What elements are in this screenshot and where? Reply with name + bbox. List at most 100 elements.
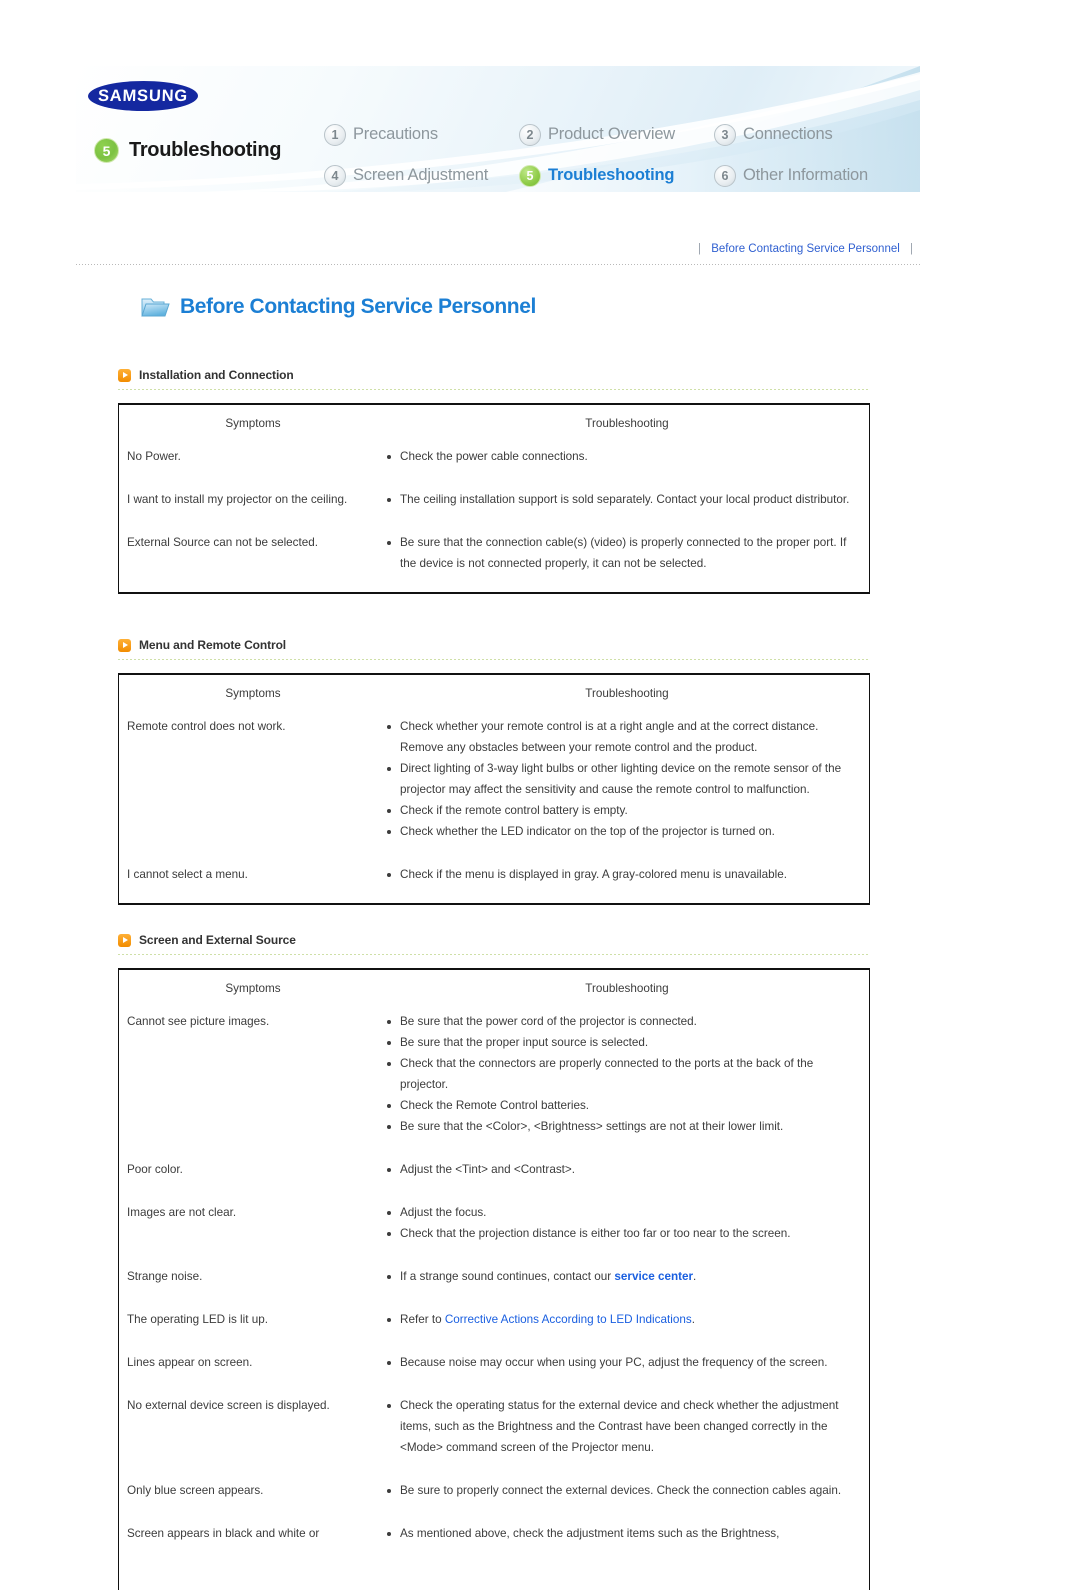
section-header: Screen and External Source [118,931,870,949]
nav-item-screen-adjustment[interactable]: 4 Screen Adjustment [324,159,519,192]
row-spacer [119,1293,869,1303]
nav-badge-1: 1 [324,123,346,146]
bullet-item: Check the power cable connections. [387,446,855,467]
page-title: Before Contacting Service Personnel [180,295,536,318]
table-row: Lines appear on screen. Because noise may… [119,1346,869,1379]
table-bottom-padding [119,1550,869,1590]
row-spacer [119,1507,869,1517]
bullet-item: The ceiling installation support is sold… [387,489,855,510]
bullet-item: Be sure that the <Color>, <Brightness> s… [387,1116,855,1137]
nav-item-precautions[interactable]: 1 Precautions [324,118,519,151]
bullet-item: Check if the menu is displayed in gray. … [387,864,855,885]
bullet-dot-icon [387,872,391,877]
bullet-text: Check if the menu is displayed in gray. … [400,868,787,881]
bullet-dot-icon [387,540,391,545]
inline-link[interactable]: service center [614,1270,693,1283]
bullet-item: Check the operating status for the exter… [387,1395,855,1458]
bullet-item: Check whether the LED indicator on the t… [387,821,855,842]
cell-symptom: Remote control does not work. [127,720,286,733]
bullet-dot-icon [387,1061,391,1066]
troubleshooting-table: Symptoms Troubleshooting Cannot see pictur… [118,968,870,1590]
bullet-item: Adjust the focus. [387,1202,855,1223]
row-spacer [119,848,869,858]
orange-arrow-icon [118,933,131,947]
table-row: No Power. Check the power cable connectio… [119,440,869,473]
column-header-troubleshooting: Troubleshooting [585,982,669,995]
nav-label-screen-adjustment: Screen Adjustment [353,166,489,184]
bullet-dot-icon [387,1103,391,1108]
bullet-dot-icon [387,1317,391,1322]
bullet-item: Check that the connectors are properly c… [387,1053,855,1095]
cell-troubleshooting: Check the power cable connections. [387,440,867,473]
bullet-item: Adjust the <Tint> and <Contrast>. [387,1159,855,1180]
section-title: Menu and Remote Control [139,638,287,652]
column-header-symptoms: Symptoms [225,982,281,995]
section-divider [118,659,870,660]
table-row: I want to install my projector on the ce… [119,483,869,516]
bullet-item: Check the Remote Control batteries. [387,1095,855,1116]
nav-badge-3: 3 [714,123,736,146]
bullet-item: Be sure that the power cord of the proje… [387,1011,855,1032]
cell-troubleshooting: The ceiling installation support is sold… [387,483,867,516]
bullet-dot-icon [387,1231,391,1236]
nav-badge-2: 2 [519,123,541,146]
cell-troubleshooting: As mentioned above, check the adjustment… [387,1517,867,1550]
breadcrumb-link[interactable]: Before Contacting Service Personnel [711,243,900,255]
bullet-dot-icon [387,1167,391,1172]
bullet-dot-icon [387,1124,391,1129]
table-row: Strange noise. If a strange sound continu… [119,1260,869,1293]
bullet-item: Check whether your remote control is at … [387,716,855,758]
troubleshooting-table: Symptoms Troubleshooting No Power. Check th… [118,403,870,594]
bullet-text: Be sure that the power cord of the proje… [400,1015,697,1028]
cell-symptom: Cannot see picture images. [127,1015,270,1028]
table-row: Remote control does not work. Check wheth… [119,710,869,848]
banner-nav: 1 Precautions 2 Product Overview 3 Conne… [324,118,914,192]
cell-symptom: Images are not clear. [127,1206,237,1219]
cell-troubleshooting: Be sure to properly connect the external… [387,1474,867,1507]
table-row: The operating LED is lit up. Refer to Cor… [119,1303,869,1336]
bullet-dot-icon [387,808,391,813]
bullet-text: The ceiling installation support is sold… [400,493,850,506]
cell-symptom: Only blue screen appears. [127,1484,264,1497]
table-row: Cannot see picture images. Be sure that t… [119,1005,869,1143]
column-header-symptoms: Symptoms [225,687,281,700]
column-header-symptoms: Symptoms [225,417,281,430]
bullet-text: Because noise may occur when using your … [400,1356,828,1369]
samsung-logo: SAMSUNG [87,81,199,111]
cell-troubleshooting: Be sure that the connection cable(s) (vi… [387,526,867,580]
section-header: Menu and Remote Control [118,636,870,654]
bullet-item: Because noise may occur when using your … [387,1352,855,1373]
cell-symptom: Poor color. [127,1163,183,1176]
bullet-text: Check whether the LED indicator on the t… [400,825,775,838]
inline-link[interactable]: Corrective Actions According to LED Indi… [445,1313,692,1326]
bullet-text: If a strange sound continues, contact ou… [400,1270,697,1283]
nav-item-other-information[interactable]: 6 Other Information [714,159,914,192]
nav-item-troubleshooting[interactable]: 5 Troubleshooting [519,159,714,192]
bullet-item: Be sure that the proper input source is … [387,1032,855,1053]
cell-troubleshooting: If a strange sound continues, contact ou… [387,1260,867,1293]
table-row: Only blue screen appears. Be sure to prop… [119,1474,869,1507]
bullet-text: Adjust the <Tint> and <Contrast>. [400,1163,575,1176]
nav-item-connections[interactable]: 3 Connections [714,118,914,151]
nav-item-product-overview[interactable]: 2 Product Overview [519,118,714,151]
table-row: Images are not clear. Adjust the focus. Ch… [119,1196,869,1250]
bullet-text: Check whether your remote control is at … [400,720,819,754]
bullet-dot-icon [387,1040,391,1045]
cell-symptom: I want to install my projector on the ce… [127,493,348,506]
nav-label-precautions: Precautions [353,125,438,143]
cell-symptom: Lines appear on screen. [127,1356,253,1369]
nav-label-product-overview: Product Overview [548,125,676,143]
bullet-item: Be sure to properly connect the external… [387,1480,855,1501]
row-spacer [119,1464,869,1474]
troubleshooting-table: Symptoms Troubleshooting Remote control do… [118,673,870,905]
row-spacer [119,1336,869,1346]
bullet-text: As mentioned above, check the adjustment… [400,1527,780,1540]
bullet-dot-icon [387,1019,391,1024]
current-section-indicator: 5 Troubleshooting [94,138,281,163]
section-title: Installation and Connection [139,368,294,382]
cell-symptom: External Source can not be selected. [127,536,319,549]
bullet-dot-icon [387,1210,391,1215]
bullet-dot-icon [387,766,391,771]
bullet-dot-icon [387,724,391,729]
section-3: Screen and External Source Symptoms Troubl… [118,931,870,1590]
